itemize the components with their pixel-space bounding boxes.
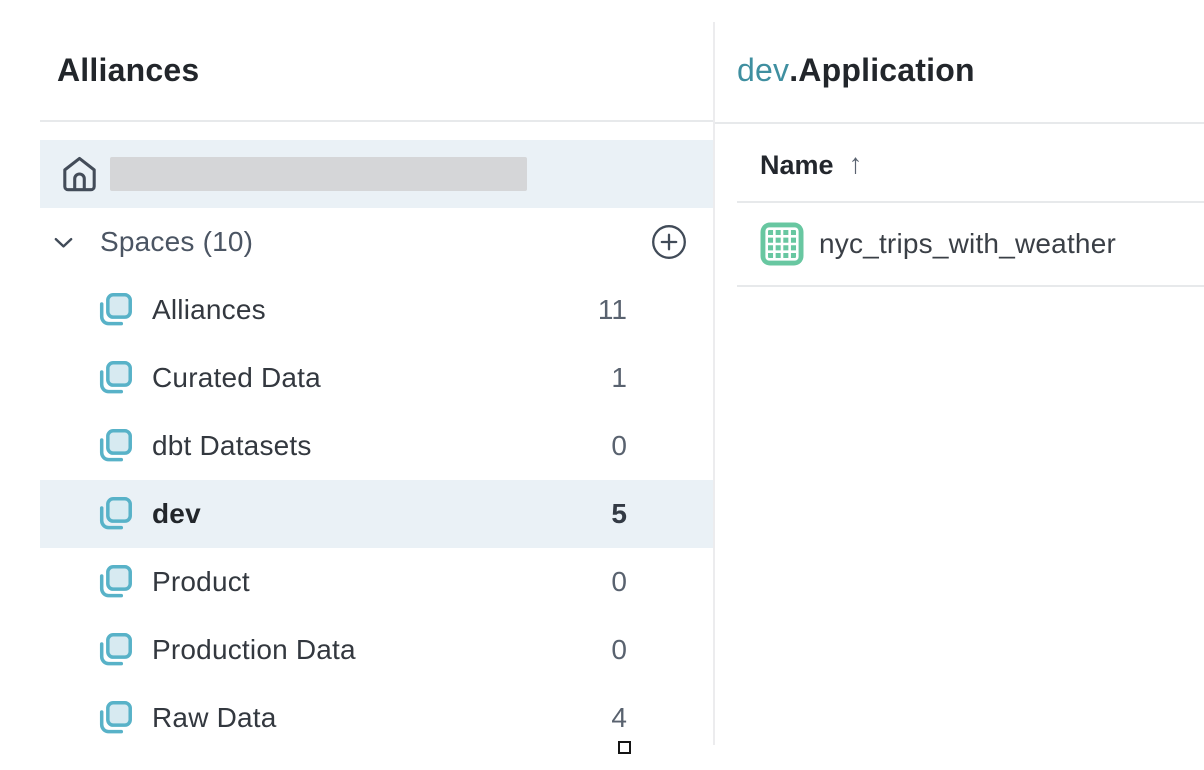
breadcrumb-separator: . [789,52,798,88]
space-name: Raw Data [152,702,277,734]
sidebar-item-dev[interactable]: dev 5 [40,480,713,548]
space-icon [94,288,136,332]
space-icon [94,356,136,400]
space-icon [94,628,136,672]
sidebar-title: Alliances [57,52,199,89]
home-row[interactable] [40,140,713,208]
sidebar-title-divider [40,120,713,122]
add-space-button[interactable] [651,224,687,260]
small-square-marker [618,741,631,754]
table-row[interactable]: nyc_trips_with_weather [715,203,1204,285]
space-name: dbt Datasets [152,430,312,462]
space-icon [94,696,136,740]
spaces-section-header[interactable]: Spaces (10) [40,208,713,276]
spaces-section-label: Spaces (10) [100,226,253,258]
sidebar-item-alliances[interactable]: Alliances 11 [40,276,713,344]
space-icon [94,492,136,536]
breadcrumb-entity: Application [798,52,974,88]
sidebar-item-raw-data[interactable]: Raw Data 4 [40,684,713,752]
space-name: dev [152,498,201,530]
home-icon [59,154,100,195]
dataset-name: nyc_trips_with_weather [819,228,1116,260]
breadcrumb-space-link[interactable]: dev [737,52,789,88]
column-header-name[interactable]: Name [760,150,834,181]
space-count: 1 [611,362,627,394]
space-count: 0 [611,634,627,666]
space-icon [94,424,136,468]
table-grid-icon [760,222,804,266]
space-name: Product [152,566,250,598]
space-count: 0 [611,430,627,462]
redacted-text-placeholder [110,157,527,191]
space-count: 4 [611,702,627,734]
sidebar-item-product[interactable]: Product 0 [40,548,713,616]
space-name: Curated Data [152,362,321,394]
right-panel-title-divider [715,122,1204,124]
space-name: Production Data [152,634,356,666]
space-icon [94,560,136,604]
space-name: Alliances [152,294,266,326]
chevron-down-icon[interactable] [51,230,76,255]
breadcrumb: dev.Application [737,52,975,89]
sidebar-item-curated-data[interactable]: Curated Data 1 [40,344,713,412]
app-window: Alliances Spaces (10) [0,0,1204,770]
space-count: 11 [598,294,627,326]
table-row-divider [737,285,1204,287]
sidebar-item-production-data[interactable]: Production Data 0 [40,616,713,684]
space-count: 5 [611,498,627,530]
space-count: 0 [611,566,627,598]
table-header-row: Name ↑ [715,130,1204,200]
arrow-up-icon[interactable]: ↑ [849,150,863,180]
sidebar-item-dbt-datasets[interactable]: dbt Datasets 0 [40,412,713,480]
